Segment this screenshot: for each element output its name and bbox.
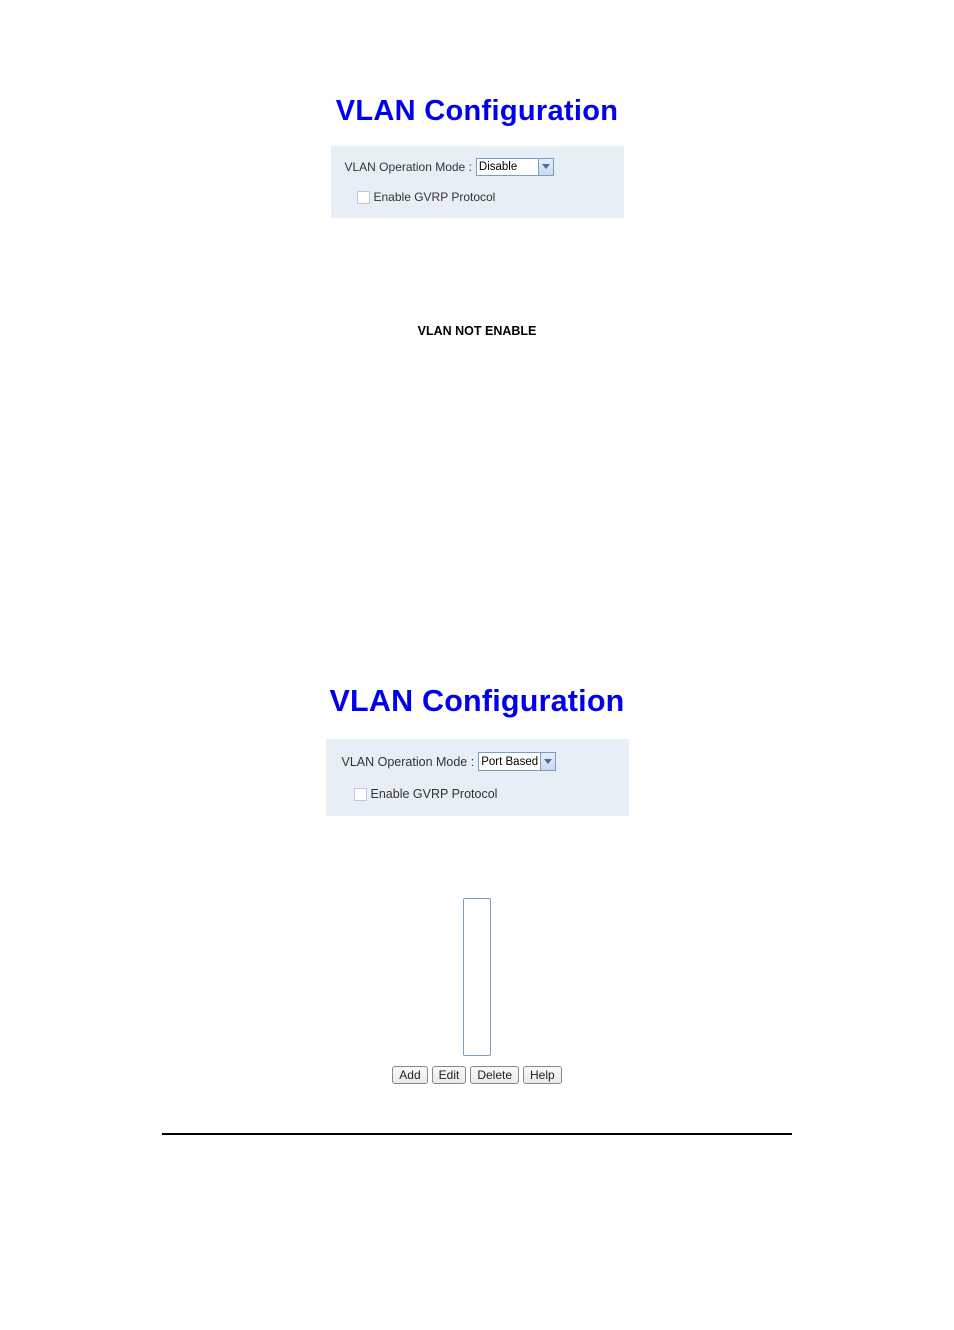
operation-mode-row: VLAN Operation Mode : Disable xyxy=(345,158,610,176)
operation-mode-select[interactable]: Disable xyxy=(476,158,554,176)
operation-mode-label: VLAN Operation Mode : xyxy=(345,160,472,174)
page-title: VLAN Configuration xyxy=(0,95,954,128)
gvrp-checkbox[interactable] xyxy=(357,191,370,204)
add-button[interactable]: Add xyxy=(392,1066,427,1084)
edit-button[interactable]: Edit xyxy=(432,1066,467,1084)
vlan-config-panel-1: VLAN Operation Mode : Disable Enable GVR… xyxy=(331,146,624,218)
operation-mode-label-2: VLAN Operation Mode : xyxy=(342,755,475,769)
operation-mode-select-wrap-2: Port Based xyxy=(478,752,556,771)
operation-mode-select-2[interactable]: Port Based xyxy=(478,752,556,771)
help-button[interactable]: Help xyxy=(523,1066,562,1084)
vlan-status-text: VLAN NOT ENABLE xyxy=(0,324,954,338)
button-row: Add Edit Delete Help xyxy=(0,1066,954,1084)
gvrp-checkbox-2[interactable] xyxy=(354,788,367,801)
vlan-listbox[interactable] xyxy=(463,898,491,1056)
page-title-2: VLAN Configuration xyxy=(0,684,954,719)
vlan-config-panel-2: VLAN Operation Mode : Port Based Enable … xyxy=(326,739,629,816)
gvrp-checkbox-row-2: Enable GVRP Protocol xyxy=(354,787,613,801)
divider xyxy=(162,1133,792,1135)
operation-mode-select-wrap: Disable xyxy=(476,158,554,176)
section-2: VLAN Configuration VLAN Operation Mode :… xyxy=(0,684,954,1135)
gvrp-checkbox-row: Enable GVRP Protocol xyxy=(357,190,610,204)
gvrp-checkbox-label: Enable GVRP Protocol xyxy=(374,190,496,204)
delete-button[interactable]: Delete xyxy=(470,1066,519,1084)
gvrp-checkbox-label-2: Enable GVRP Protocol xyxy=(371,787,498,801)
operation-mode-row-2: VLAN Operation Mode : Port Based xyxy=(342,752,613,771)
